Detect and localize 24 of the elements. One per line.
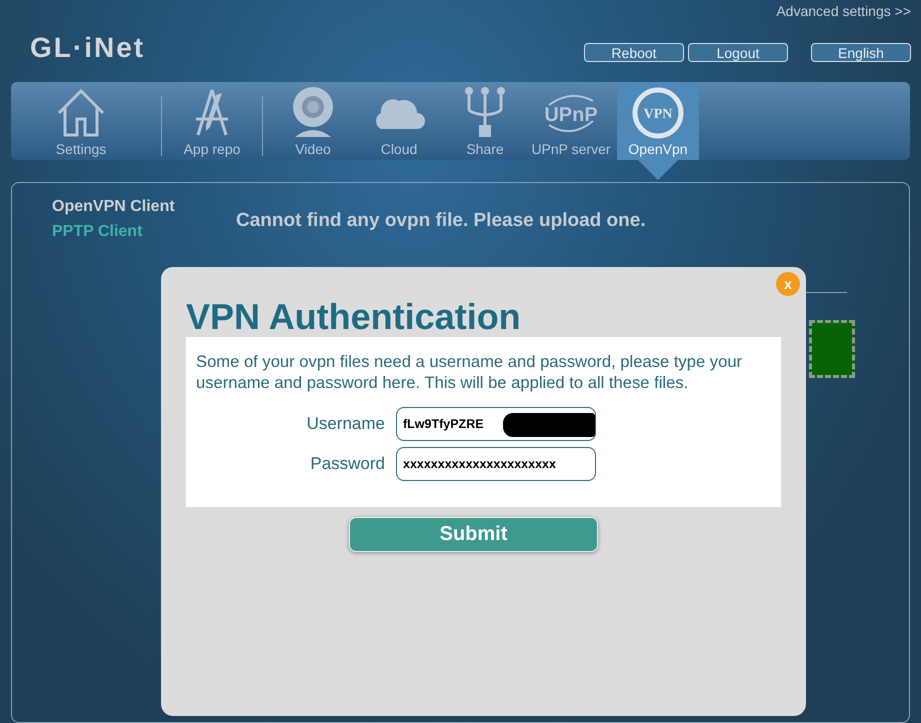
sidebar-item[interactable]: PPTP Client: [52, 223, 236, 241]
page-heading: Cannot find any ovpn file. Please upload one.: [236, 210, 647, 232]
sidebar-item[interactable]: OpenVPN Client: [52, 198, 236, 216]
nav-tab[interactable]: Share: [442, 82, 528, 160]
nav-tab[interactable]: App repo: [169, 82, 255, 160]
language-button[interactable]: English: [811, 43, 911, 62]
field-label: Username: [306, 414, 385, 434]
vpn-badge-icon: VPN: [631, 86, 685, 140]
dialog-message: Some of your ovpn files need a username and password, please type your username and password here. This will be applied to all these files.: [196, 351, 744, 393]
header-button[interactable]: Reboot: [584, 43, 684, 62]
input-field[interactable]: xxxxxxxxxxxxxxxxxxxxxx: [396, 447, 596, 481]
field-label: Password: [309, 454, 385, 474]
submit-button[interactable]: Submit: [349, 517, 598, 552]
logo: GL·iNet: [30, 32, 146, 65]
house-icon: [55, 86, 107, 138]
close-button[interactable]: x: [776, 272, 800, 296]
nav-tab[interactable]: Cloud: [356, 82, 442, 160]
advanced-settings-link[interactable]: Advanced settings >>: [776, 3, 911, 19]
upload-area: [809, 320, 855, 378]
nav-tab[interactable]: Settings: [38, 82, 124, 160]
nav-tab[interactable]: Video: [270, 82, 356, 160]
dialog-title: VPN Authentication: [186, 297, 522, 337]
header-button[interactable]: Logout: [688, 43, 788, 62]
nav-tab[interactable]: UPnP UPnP server: [528, 82, 614, 160]
